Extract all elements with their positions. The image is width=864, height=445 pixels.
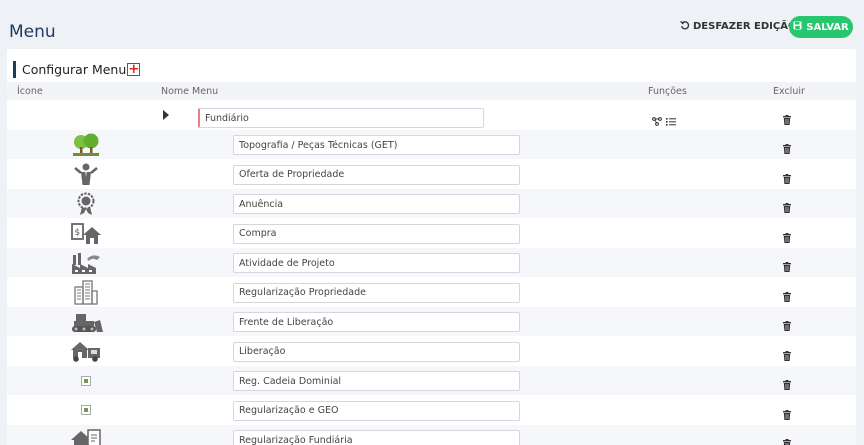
tree-icon bbox=[65, 131, 107, 158]
column-functions: Funções bbox=[648, 86, 687, 97]
trash-icon[interactable] bbox=[783, 169, 791, 188]
add-menu-button[interactable]: + bbox=[127, 62, 141, 76]
table-row-5 bbox=[7, 248, 856, 277]
table-row-10 bbox=[7, 396, 856, 425]
broken-image-icon bbox=[65, 397, 107, 424]
table-row-6 bbox=[7, 278, 856, 307]
menu-name-input[interactable] bbox=[233, 400, 520, 421]
table-row-parent bbox=[7, 101, 856, 130]
table-header: Ícone Nome Menu Funções Excluir bbox=[7, 82, 856, 100]
menu-name-input-parent[interactable] bbox=[198, 108, 484, 128]
trash-icon[interactable] bbox=[783, 287, 791, 306]
seal-icon bbox=[65, 190, 107, 217]
column-icon: Ícone bbox=[17, 86, 43, 97]
broken-image-icon bbox=[65, 367, 107, 394]
table-row-8 bbox=[7, 337, 856, 366]
trash-icon[interactable] bbox=[783, 198, 791, 217]
list-icon[interactable] bbox=[666, 111, 676, 130]
menu-name-input[interactable] bbox=[233, 194, 520, 214]
trash-icon[interactable] bbox=[783, 375, 791, 394]
menu-name-input[interactable] bbox=[233, 282, 520, 303]
menu-name-input[interactable] bbox=[233, 312, 520, 332]
menu-name-input[interactable] bbox=[233, 253, 520, 273]
menu-name-input[interactable] bbox=[233, 430, 520, 445]
house-document-icon bbox=[65, 426, 107, 445]
section-title: Configurar Menu bbox=[22, 61, 127, 77]
menu-name-input[interactable] bbox=[233, 135, 520, 155]
trash-icon[interactable] bbox=[783, 316, 791, 335]
hierarchy-icon[interactable] bbox=[652, 111, 663, 130]
section-accent-bar bbox=[13, 60, 16, 78]
money-house-icon: $ bbox=[65, 220, 107, 247]
person-offer-icon bbox=[65, 161, 107, 188]
bulldozer-icon bbox=[65, 308, 107, 335]
undo-edit-button[interactable]: DESFAZER EDIÇÃO bbox=[680, 20, 796, 33]
undo-edit-label: DESFAZER EDIÇÃO bbox=[693, 21, 797, 32]
trash-icon[interactable] bbox=[783, 257, 791, 276]
trash-icon[interactable] bbox=[783, 434, 791, 445]
table-row-3 bbox=[7, 189, 856, 218]
menu-config-panel: Configurar Menu + Ícone Nome Menu Funçõe… bbox=[7, 49, 856, 445]
table-row-1 bbox=[7, 130, 856, 159]
expand-caret-icon[interactable] bbox=[163, 110, 169, 120]
trash-icon[interactable] bbox=[783, 405, 791, 424]
trash-icon[interactable] bbox=[783, 110, 791, 129]
menu-name-input[interactable] bbox=[233, 371, 520, 391]
trash-icon[interactable] bbox=[783, 139, 791, 158]
svg-text:$: $ bbox=[75, 228, 81, 238]
table-row-2 bbox=[7, 160, 856, 189]
column-name: Nome Menu bbox=[161, 86, 219, 97]
buildings-icon bbox=[65, 279, 107, 306]
table-row-7 bbox=[7, 307, 856, 336]
save-label: SALVAR bbox=[806, 21, 849, 33]
page-title: Menu bbox=[9, 22, 56, 42]
table-row-11 bbox=[7, 425, 856, 445]
undo-icon bbox=[680, 20, 690, 33]
save-icon bbox=[793, 21, 802, 33]
menu-name-input[interactable] bbox=[233, 164, 520, 185]
menu-name-input[interactable] bbox=[233, 223, 520, 244]
column-delete: Excluir bbox=[773, 86, 805, 97]
save-button[interactable]: SALVAR bbox=[789, 16, 853, 38]
functions-group bbox=[652, 111, 676, 130]
section-header: Configurar Menu + bbox=[13, 60, 141, 78]
trash-icon[interactable] bbox=[783, 228, 791, 247]
top-bar: Menu DESFAZER EDIÇÃO SALVAR bbox=[0, 0, 864, 48]
factory-icon bbox=[65, 249, 107, 276]
menu-name-input[interactable] bbox=[233, 341, 520, 362]
table-row-4: $ bbox=[7, 219, 856, 248]
truck-house-icon bbox=[65, 338, 107, 365]
trash-icon[interactable] bbox=[783, 346, 791, 365]
table-row-9 bbox=[7, 366, 856, 395]
